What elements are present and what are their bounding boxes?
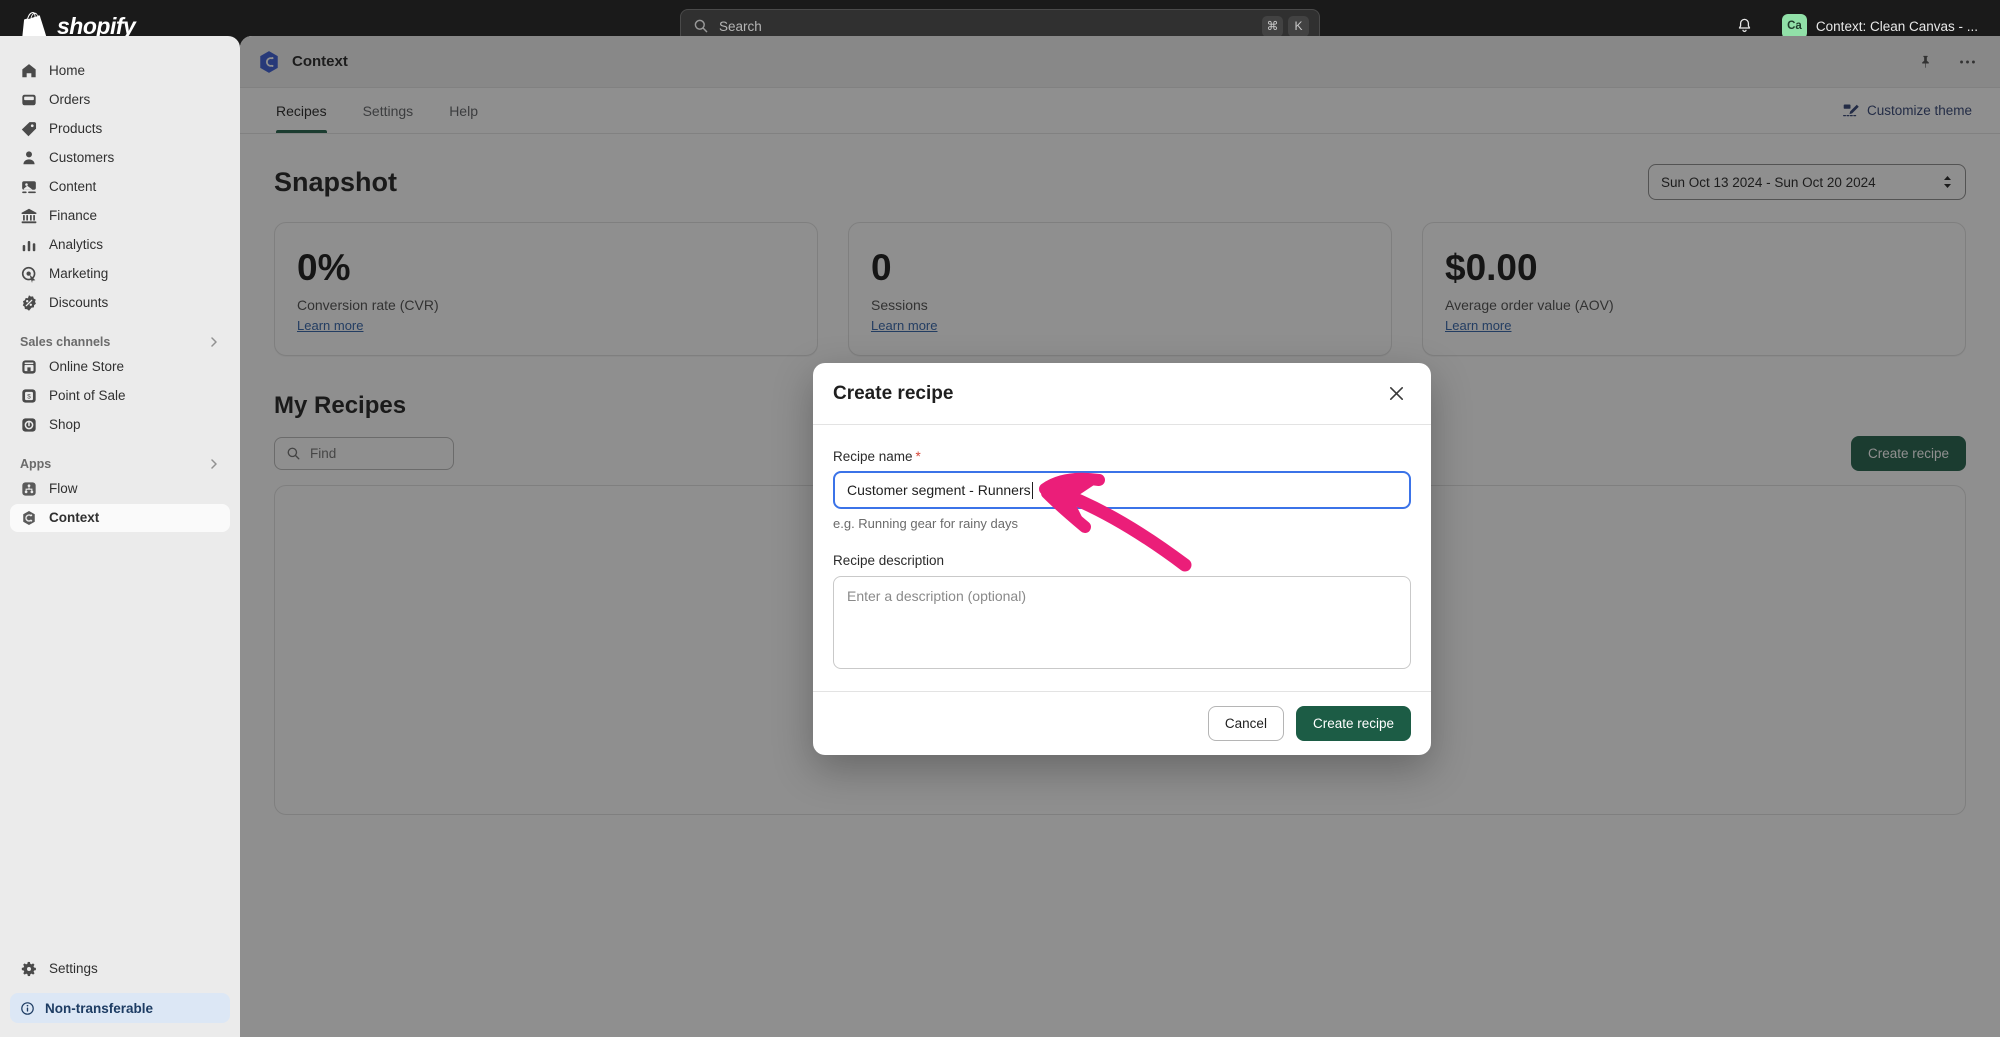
recipe-description-input[interactable]: Enter a description (optional) <box>833 576 1411 669</box>
chevron-right-icon <box>208 458 220 470</box>
sidebar-item-marketing[interactable]: Marketing <box>10 260 230 288</box>
sidebar-item-point-of-sale[interactable]: $ Point of Sale <box>10 382 230 410</box>
context-app-icon <box>20 509 38 527</box>
gear-icon <box>20 960 38 978</box>
close-x-icon <box>1387 384 1406 403</box>
person-icon <box>20 149 38 167</box>
kbd-command: ⌘ <box>1262 16 1283 37</box>
sidebar-item-label: Online Store <box>49 360 124 374</box>
orders-inbox-icon <box>20 91 38 109</box>
sidebar-item-label: Finance <box>49 209 97 223</box>
sidebar-item-settings[interactable]: Settings <box>10 955 230 983</box>
recipe-name-label-text: Recipe name <box>833 449 913 464</box>
kbd-k: K <box>1288 16 1309 37</box>
sidebar-item-label: Context <box>49 511 99 525</box>
sidebar-item-analytics[interactable]: Analytics <box>10 231 230 259</box>
sidebar-item-flow[interactable]: Flow <box>10 475 230 503</box>
required-marker: * <box>916 449 921 464</box>
sidebar-item-label: Customers <box>49 151 114 165</box>
avatar: Ca <box>1782 14 1807 39</box>
sidebar-item-label: Settings <box>49 962 98 976</box>
sidebar-item-context[interactable]: Context <box>10 504 230 532</box>
sidebar-section-label: Apps <box>20 457 51 471</box>
info-circle-icon <box>20 1001 35 1016</box>
sidebar-item-online-store[interactable]: Online Store <box>10 353 230 381</box>
sidebar-item-label: Marketing <box>49 267 108 281</box>
sidebar-item-label: Home <box>49 64 85 78</box>
sidebar-item-discounts[interactable]: Discounts <box>10 289 230 317</box>
sidebar-section-apps[interactable]: Apps <box>20 457 220 471</box>
tag-icon <box>20 120 38 138</box>
recipe-name-value: Customer segment - Runners <box>847 482 1031 498</box>
sidebar-item-finance[interactable]: Finance <box>10 202 230 230</box>
recipe-name-help-text: e.g. Running gear for rainy days <box>833 516 1411 531</box>
submit-create-recipe-button[interactable]: Create recipe <box>1296 706 1411 741</box>
sidebar-item-content[interactable]: Content <box>10 173 230 201</box>
bell-icon <box>1736 17 1753 35</box>
bank-icon <box>20 207 38 225</box>
sidebar-item-label: Discounts <box>49 296 108 310</box>
cancel-button[interactable]: Cancel <box>1208 706 1284 741</box>
sidebar-item-label: Shop <box>49 418 81 432</box>
search-icon <box>693 18 709 34</box>
chevron-right-icon <box>208 336 220 348</box>
shop-icon <box>20 416 38 434</box>
modal-title: Create recipe <box>833 383 953 405</box>
sidebar-section-sales-channels[interactable]: Sales channels <box>20 335 220 349</box>
sidebar-item-label: Orders <box>49 93 90 107</box>
recipe-name-input[interactable]: Customer segment - Runners <box>833 471 1411 509</box>
non-transferable-badge[interactable]: Non-transferable <box>10 993 230 1023</box>
main-sidebar: Home Orders Products Customers Content F… <box>0 36 240 1037</box>
text-cursor <box>1032 482 1033 499</box>
modal-header: Create recipe <box>813 363 1431 425</box>
create-recipe-modal: Create recipe Recipe name* Customer segm… <box>813 363 1431 755</box>
recipe-name-label: Recipe name* <box>833 449 1411 464</box>
svg-text:$: $ <box>27 393 31 400</box>
bar-chart-icon <box>20 236 38 254</box>
pos-icon: $ <box>20 387 38 405</box>
global-search-placeholder: Search <box>719 19 1262 34</box>
sidebar-item-customers[interactable]: Customers <box>10 144 230 172</box>
sidebar-bottom: Settings Non-transferable <box>0 954 240 1037</box>
sidebar-item-shop[interactable]: Shop <box>10 411 230 439</box>
search-shortcut-hint: ⌘ K <box>1262 16 1309 37</box>
store-name-label: Context: Clean Canvas - ... <box>1816 19 1978 34</box>
discount-badge-icon <box>20 294 38 312</box>
sidebar-item-label: Products <box>49 122 102 136</box>
recipe-description-label: Recipe description <box>833 553 1411 568</box>
modal-close-button[interactable] <box>1381 379 1411 409</box>
content-image-icon <box>20 178 38 196</box>
sidebar-section-label: Sales channels <box>20 335 110 349</box>
storefront-icon <box>20 358 38 376</box>
sidebar-item-orders[interactable]: Orders <box>10 86 230 114</box>
recipe-description-placeholder: Enter a description (optional) <box>847 588 1026 604</box>
sidebar-item-label: Flow <box>49 482 78 496</box>
modal-footer: Cancel Create recipe <box>813 691 1431 755</box>
flow-icon <box>20 480 38 498</box>
non-transferable-label: Non-transferable <box>45 1001 153 1016</box>
sidebar-item-label: Content <box>49 180 96 194</box>
target-icon <box>20 265 38 283</box>
home-icon <box>20 62 38 80</box>
sidebar-item-label: Analytics <box>49 238 103 252</box>
sidebar-item-products[interactable]: Products <box>10 115 230 143</box>
sidebar-item-label: Point of Sale <box>49 389 126 403</box>
modal-body: Recipe name* Customer segment - Runners … <box>813 425 1431 691</box>
sidebar-item-home[interactable]: Home <box>10 57 230 85</box>
